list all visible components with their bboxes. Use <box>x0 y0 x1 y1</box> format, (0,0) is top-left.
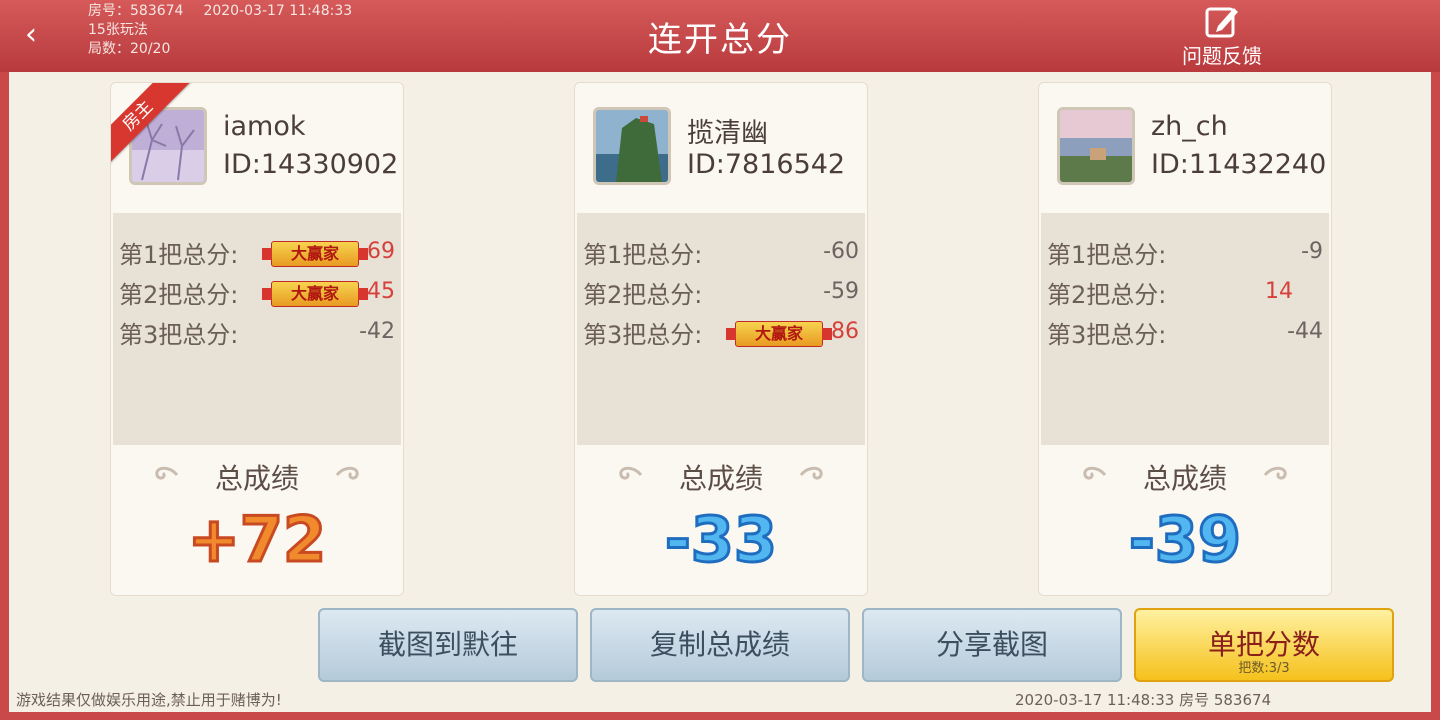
round-score-row: 第2把总分: -59 <box>583 271 859 311</box>
player-card: 房主 iamok ID:14330902 第1把总分: 大赢家 69 第2把总分… <box>110 82 404 596</box>
round-score: -9 <box>1301 239 1323 264</box>
player-id: ID:11432240 <box>1151 149 1327 180</box>
avatar[interactable] <box>593 107 671 185</box>
round-score-row: 第1把总分: 大赢家 69 <box>119 231 395 271</box>
player-id: ID:14330902 <box>223 149 399 180</box>
footer-stamp: 2020-03-17 11:48:33 房号 583674 <box>1015 691 1272 709</box>
swirl-icon <box>1263 466 1287 480</box>
screenshot-to-moiwang-button[interactable]: 截图到默往 <box>318 608 578 682</box>
round-score-row: 第3把总分: 大赢家 86 <box>583 311 859 351</box>
round-score: 14 <box>1265 279 1293 304</box>
round-label: 第1把总分: <box>1047 241 1167 269</box>
share-screenshot-button[interactable]: 分享截图 <box>862 608 1122 682</box>
player-card: zh_ch ID:11432240 第1把总分: -9 第2把总分: 14 第3… <box>1038 82 1332 596</box>
total-score: -39 <box>1127 502 1242 578</box>
round-score: -44 <box>1287 319 1323 344</box>
round-label: 第3把总分: <box>583 321 703 349</box>
edit-icon <box>1205 7 1238 38</box>
big-winner-badge: 大赢家 <box>726 321 832 347</box>
player-id: ID:7816542 <box>687 149 846 180</box>
round-score: 86 <box>831 319 859 344</box>
round-label: 第2把总分: <box>583 281 703 309</box>
avatar[interactable] <box>1057 107 1135 185</box>
feedback-button[interactable]: 问题反馈 <box>1170 4 1274 69</box>
copy-total-button[interactable]: 复制总成绩 <box>590 608 850 682</box>
round-score: -59 <box>823 279 859 304</box>
feedback-label: 问题反馈 <box>1182 44 1262 68</box>
player-name: iamok <box>223 111 306 142</box>
big-winner-badge: 大赢家 <box>262 241 368 267</box>
round-score: -42 <box>359 319 395 344</box>
button-label: 复制总成绩 <box>649 628 790 661</box>
total-score: +72 <box>186 502 327 578</box>
round-label: 第3把总分: <box>119 321 239 349</box>
round-score-row: 第3把总分: -44 <box>1047 311 1323 351</box>
player-name: zh_ch <box>1151 111 1228 142</box>
round-score: 45 <box>367 279 395 304</box>
round-label: 第1把总分: <box>119 241 239 269</box>
round-score: -60 <box>823 239 859 264</box>
top-bar: ‹ 房号：583674 2020-03-17 11:48:33 15张玩法 局数：… <box>0 0 1440 72</box>
player-name: 揽清幽 <box>687 118 768 149</box>
round-scores: 第1把总分: -60 第2把总分: -59 第3把总分: 大赢家 86 <box>577 213 865 445</box>
disclaimer-text: 游戏结果仅做娱乐用途,禁止用于赌博为! <box>16 691 282 709</box>
button-label: 单把分数 <box>1207 628 1320 661</box>
button-label: 分享截图 <box>935 628 1048 661</box>
round-label: 第1把总分: <box>583 241 703 269</box>
round-label: 第2把总分: <box>1047 281 1167 309</box>
round-score-row: 第1把总分: -60 <box>583 231 859 271</box>
total-score: -33 <box>663 502 778 578</box>
round-label: 第2把总分: <box>119 281 239 309</box>
round-score-row: 第1把总分: -9 <box>1047 231 1323 271</box>
round-scores: 第1把总分: 大赢家 69 第2把总分: 大赢家 45 第3把总分: -42 <box>113 213 401 445</box>
swirl-icon <box>799 466 823 480</box>
round-label: 第3把总分: <box>1047 321 1167 349</box>
round-score-row: 第3把总分: -42 <box>119 311 395 351</box>
big-winner-badge: 大赢家 <box>262 281 368 307</box>
button-label: 截图到默往 <box>377 628 518 661</box>
round-score: 69 <box>367 239 395 264</box>
swirl-icon <box>335 466 359 480</box>
round-progress-label: 把数:3/3 <box>1238 661 1290 676</box>
round-scores: 第1把总分: -9 第2把总分: 14 第3把总分: -44 <box>1041 213 1329 445</box>
single-round-score-button[interactable]: 单把分数 把数:3/3 <box>1134 608 1394 682</box>
round-score-row: 第2把总分: 14 <box>1047 271 1323 311</box>
round-score-row: 第2把总分: 大赢家 45 <box>119 271 395 311</box>
player-card: 揽清幽 ID:7816542 第1把总分: -60 第2把总分: -59 第3把… <box>574 82 868 596</box>
